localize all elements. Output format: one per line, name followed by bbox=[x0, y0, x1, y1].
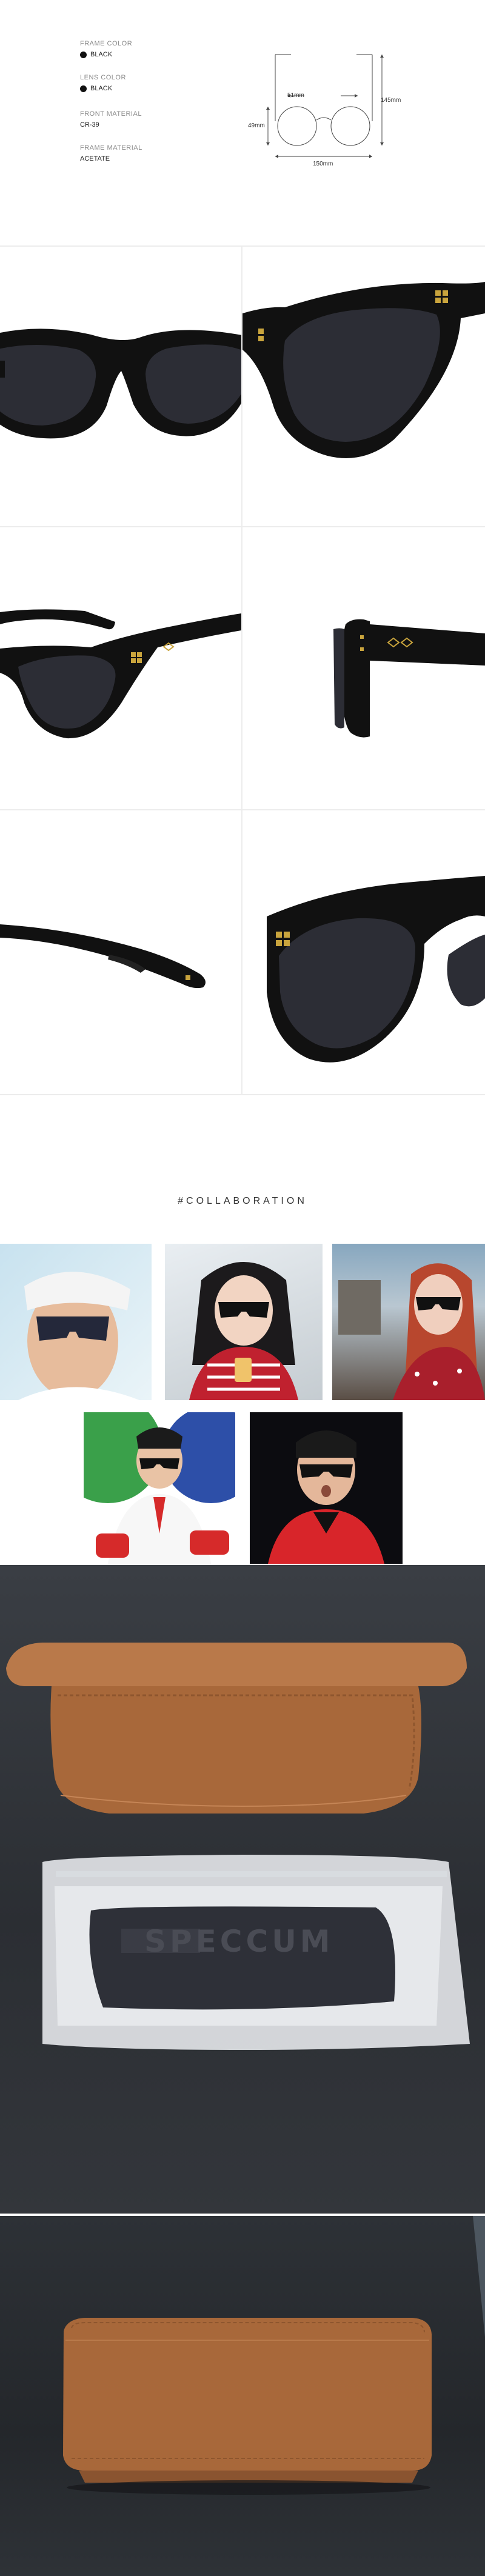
frame-color-swatch bbox=[80, 51, 87, 58]
dimension-diagram bbox=[266, 54, 384, 158]
front-material-label: FRONT MATERIAL bbox=[80, 110, 142, 118]
collab-photo-5 bbox=[250, 1412, 403, 1564]
frame-color-label: FRAME COLOR bbox=[80, 40, 133, 47]
lens-color-text: BLACK bbox=[90, 85, 113, 92]
frame-color-text: BLACK bbox=[90, 51, 113, 58]
grid-divider-3 bbox=[0, 1094, 485, 1095]
collaboration-title: #COLLABORATION bbox=[178, 1196, 307, 1206]
photo-three-quarter-view bbox=[242, 247, 485, 526]
photo-closed-case bbox=[0, 2216, 485, 2576]
lens-color-label: LENS COLOR bbox=[80, 74, 126, 81]
pouch-brand-text: SPECCUM bbox=[144, 1924, 334, 1959]
frame-color-value: BLACK bbox=[80, 51, 112, 58]
front-material-value: CR-39 bbox=[80, 121, 99, 128]
collab-photo-1 bbox=[0, 1244, 152, 1400]
photo-case-and-pouch: SPECCUM bbox=[0, 1565, 485, 2214]
collab-photo-2 bbox=[165, 1244, 323, 1400]
photo-front-view bbox=[0, 247, 241, 526]
collab-photo-3 bbox=[332, 1244, 485, 1400]
lens-color-value: BLACK bbox=[80, 85, 112, 92]
temple-length-dimension: 145mm bbox=[381, 97, 401, 104]
spec-section: FRAME COLOR BLACK LENS COLOR BLACK FRONT… bbox=[0, 0, 485, 245]
lens-color-swatch bbox=[80, 85, 87, 92]
photo-side-profile bbox=[242, 527, 485, 809]
bridge-dimension: 51mm bbox=[287, 92, 304, 99]
lens-height-dimension: 49mm bbox=[248, 122, 265, 129]
photo-angled-view bbox=[0, 527, 241, 809]
photo-lens-closeup bbox=[242, 810, 485, 1094]
collab-photo-4 bbox=[84, 1412, 235, 1564]
frame-material-label: FRAME MATERIAL bbox=[80, 144, 142, 152]
total-width-dimension: 150mm bbox=[313, 161, 333, 167]
frame-material-value: ACETATE bbox=[80, 155, 110, 162]
photo-temple-detail bbox=[0, 810, 241, 1094]
